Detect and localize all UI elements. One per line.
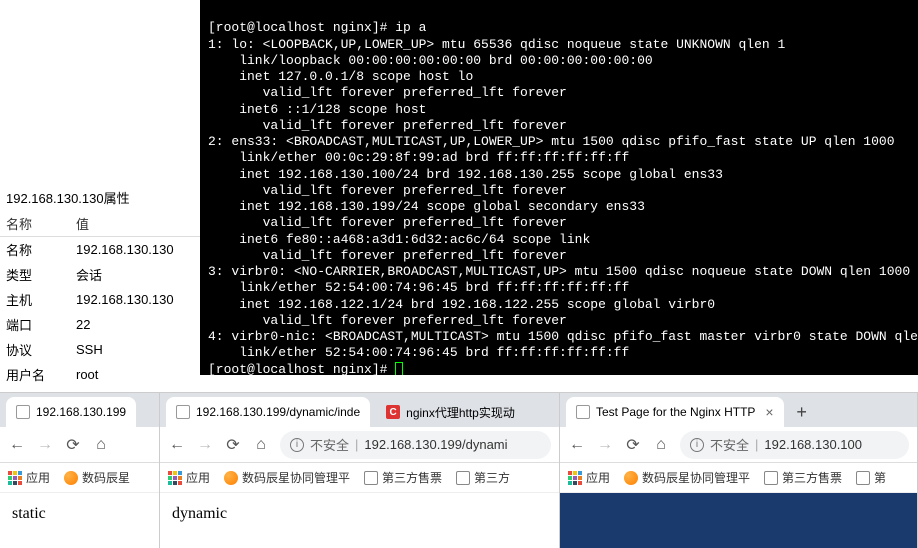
back-button[interactable]: ← bbox=[8, 436, 26, 454]
orange-icon bbox=[224, 471, 238, 485]
browser-tab[interactable]: Test Page for the Nginx HTTP × bbox=[566, 397, 784, 427]
favicon-blank-icon bbox=[576, 405, 590, 419]
page-content: dynamic bbox=[160, 493, 559, 548]
table-row: 用户名root bbox=[0, 362, 200, 387]
terminal-prompt: [root@localhost nginx]# bbox=[208, 362, 395, 376]
info-icon: i bbox=[690, 438, 704, 452]
forward-button[interactable]: → bbox=[36, 436, 54, 454]
table-row: 主机192.168.130.130 bbox=[0, 287, 200, 312]
insecure-label: 不安全 bbox=[310, 435, 349, 454]
page-icon bbox=[856, 471, 870, 485]
page-icon bbox=[364, 471, 378, 485]
properties-title: 192.168.130.130属性 bbox=[0, 184, 200, 211]
page-content: static bbox=[0, 493, 159, 548]
insecure-label: 不安全 bbox=[710, 435, 749, 454]
toolbar: ← → ⟳ ⌂ i 不安全 | 192.168.130.199/dynami bbox=[160, 427, 559, 463]
browser-tab[interactable]: 192.168.130.199/dynamic/inde bbox=[166, 397, 370, 427]
terminal-window[interactable]: [root@localhost nginx]# ip a 1: lo: <LOO… bbox=[200, 0, 918, 375]
browser-window-3: Test Page for the Nginx HTTP × + ← → ⟳ ⌂… bbox=[560, 392, 918, 548]
bookmark-item[interactable]: 第 bbox=[856, 469, 886, 486]
terminal-cursor bbox=[395, 362, 403, 375]
browser-tab[interactable]: 192.168.130.199 bbox=[6, 397, 136, 427]
page-icon bbox=[764, 471, 778, 485]
forward-button[interactable]: → bbox=[596, 436, 614, 454]
properties-panel: 192.168.130.130属性 名称 值 名称192.168.130.130… bbox=[0, 184, 200, 412]
bookmarks-bar: 应用 数码辰星协同管理平 第三方售票 第三方 bbox=[160, 463, 559, 493]
bookmark-item[interactable]: 数码辰星协同管理平 bbox=[224, 469, 350, 486]
table-row: 名称192.168.130.130 bbox=[0, 237, 200, 263]
orange-icon bbox=[624, 471, 638, 485]
url-text: 192.168.130.100 bbox=[764, 437, 862, 452]
toolbar: ← → ⟳ ⌂ i 不安全 | 192.168.130.100 bbox=[560, 427, 917, 463]
new-tab-button[interactable]: + bbox=[790, 400, 814, 424]
browser-tab-inactive[interactable]: C nginx代理http实现动 bbox=[376, 397, 525, 427]
favicon-blank-icon bbox=[16, 405, 30, 419]
home-button[interactable]: ⌂ bbox=[652, 436, 670, 454]
terminal-prompt: [root@localhost nginx]# ip a bbox=[208, 20, 426, 35]
toolbar: ← → ⟳ ⌂ bbox=[0, 427, 159, 463]
apps-button[interactable]: 应用 bbox=[168, 469, 210, 486]
page-content bbox=[560, 493, 917, 548]
back-button[interactable]: ← bbox=[168, 436, 186, 454]
tab-title: nginx代理http实现动 bbox=[406, 404, 515, 421]
url-text: 192.168.130.199/dynami bbox=[364, 437, 507, 452]
home-button[interactable]: ⌂ bbox=[252, 436, 270, 454]
browser-window-1: 192.168.130.199 ← → ⟳ ⌂ 应用 数码辰星 static bbox=[0, 392, 160, 548]
tab-title: Test Page for the Nginx HTTP bbox=[596, 405, 755, 419]
terminal-output: 1: lo: <LOOPBACK,UP,LOWER_UP> mtu 65536 … bbox=[208, 37, 918, 361]
table-row: 端口22 bbox=[0, 312, 200, 337]
favicon-red-icon: C bbox=[386, 405, 400, 419]
apps-icon bbox=[8, 471, 22, 485]
home-button[interactable]: ⌂ bbox=[92, 436, 110, 454]
address-bar[interactable]: i 不安全 | 192.168.130.199/dynami bbox=[280, 431, 551, 459]
back-button[interactable]: ← bbox=[568, 436, 586, 454]
forward-button[interactable]: → bbox=[196, 436, 214, 454]
browser-window-2: 192.168.130.199/dynamic/inde C nginx代理ht… bbox=[160, 392, 560, 548]
favicon-blank-icon bbox=[176, 405, 190, 419]
apps-icon bbox=[168, 471, 182, 485]
separator: | bbox=[355, 437, 358, 452]
tab-bar: Test Page for the Nginx HTTP × + bbox=[560, 393, 917, 427]
reload-button[interactable]: ⟳ bbox=[624, 435, 642, 455]
col-name: 名称 bbox=[0, 211, 70, 237]
col-value: 值 bbox=[70, 211, 200, 237]
bookmark-item[interactable]: 第三方售票 bbox=[364, 469, 442, 486]
separator: | bbox=[755, 437, 758, 452]
tab-bar: 192.168.130.199/dynamic/inde C nginx代理ht… bbox=[160, 393, 559, 427]
close-tab-icon[interactable]: × bbox=[765, 404, 773, 420]
bookmarks-bar: 应用 数码辰星协同管理平 第三方售票 第 bbox=[560, 463, 917, 493]
bookmark-item[interactable]: 第三方售票 bbox=[764, 469, 842, 486]
address-bar[interactable]: i 不安全 | 192.168.130.100 bbox=[680, 431, 909, 459]
apps-icon bbox=[568, 471, 582, 485]
bookmark-item[interactable]: 数码辰星协同管理平 bbox=[624, 469, 750, 486]
bookmark-item[interactable]: 数码辰星 bbox=[64, 469, 130, 486]
tab-bar: 192.168.130.199 bbox=[0, 393, 159, 427]
bookmark-item[interactable]: 第三方 bbox=[456, 469, 510, 486]
orange-icon bbox=[64, 471, 78, 485]
info-icon: i bbox=[290, 438, 304, 452]
tab-title: 192.168.130.199 bbox=[36, 405, 126, 419]
bookmarks-bar: 应用 数码辰星 bbox=[0, 463, 159, 493]
reload-button[interactable]: ⟳ bbox=[224, 435, 242, 455]
table-row: 协议SSH bbox=[0, 337, 200, 362]
properties-table: 名称 值 名称192.168.130.130 类型会话 主机192.168.13… bbox=[0, 211, 200, 412]
table-row: 类型会话 bbox=[0, 262, 200, 287]
page-icon bbox=[456, 471, 470, 485]
apps-button[interactable]: 应用 bbox=[8, 469, 50, 486]
tab-title: 192.168.130.199/dynamic/inde bbox=[196, 405, 360, 419]
apps-button[interactable]: 应用 bbox=[568, 469, 610, 486]
reload-button[interactable]: ⟳ bbox=[64, 435, 82, 455]
